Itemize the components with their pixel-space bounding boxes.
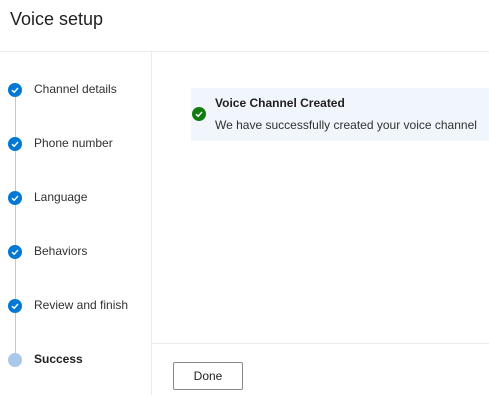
page-title: Voice setup bbox=[10, 9, 104, 29]
step-label: Phone number bbox=[34, 136, 113, 150]
check-circle-icon bbox=[192, 107, 206, 121]
wizard-steps-sidebar: Channel details Phone number Language Be… bbox=[0, 52, 152, 395]
success-banner: Voice Channel Created We have successful… bbox=[191, 88, 489, 141]
current-step-icon bbox=[8, 353, 22, 367]
done-button[interactable]: Done bbox=[173, 362, 243, 390]
step-label: Behaviors bbox=[34, 244, 88, 258]
banner-message: We have successfully created your voice … bbox=[215, 118, 477, 132]
check-icon bbox=[8, 245, 22, 259]
step-label: Success bbox=[34, 352, 83, 366]
check-icon bbox=[8, 83, 22, 97]
footer: Done bbox=[152, 343, 489, 396]
check-icon bbox=[8, 137, 22, 151]
step-label: Language bbox=[34, 190, 88, 204]
page-header: Voice setup bbox=[0, 0, 489, 52]
step-label: Review and finish bbox=[34, 298, 129, 312]
banner-title: Voice Channel Created bbox=[215, 96, 345, 110]
check-icon bbox=[8, 299, 22, 313]
steps-rail bbox=[15, 89, 16, 359]
step-label: Channel details bbox=[34, 82, 117, 96]
check-icon bbox=[8, 191, 22, 205]
